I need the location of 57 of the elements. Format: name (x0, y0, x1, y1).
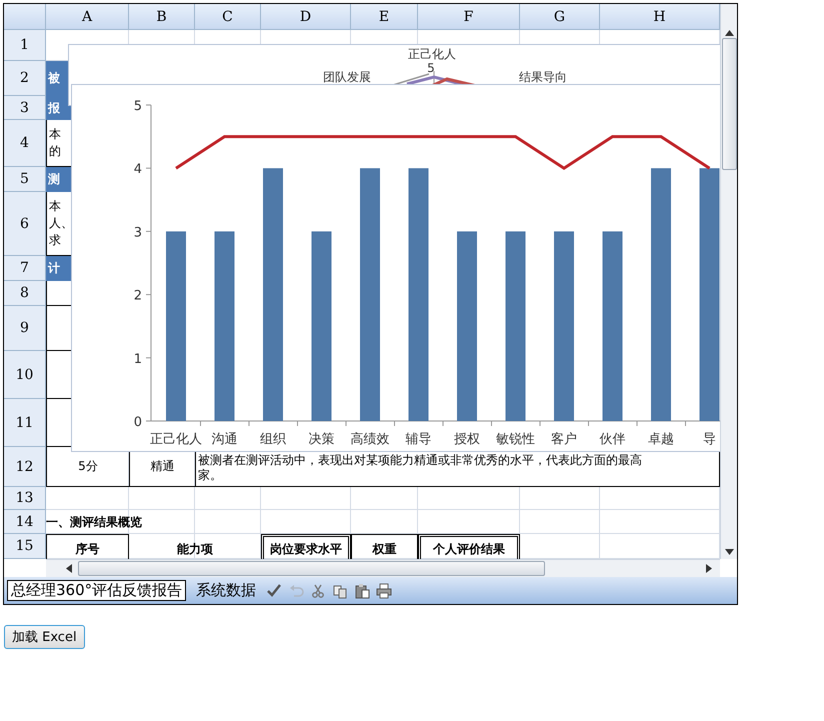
row-header: 9 (4, 306, 46, 351)
row-header: 5 (4, 167, 46, 192)
column-header: A (46, 4, 129, 30)
column-header: D (261, 4, 351, 30)
axis-tick-label: 1 (134, 352, 142, 367)
description-text: 家。 (198, 468, 222, 482)
category-label: 伙伴 (600, 432, 626, 447)
load-excel-button[interactable]: 加载 Excel (4, 625, 85, 649)
row-header: 4 (4, 120, 46, 167)
axis-tick-label: 0 (134, 415, 142, 430)
axis-tick-label: 3 (134, 225, 142, 240)
category-label: 组织 (260, 432, 286, 447)
axis-tick-label: 5 (134, 99, 142, 114)
row-header: 11 (4, 399, 46, 447)
category-label: 卓越 (648, 432, 674, 447)
radar-label: 团队发展 (323, 70, 371, 84)
axis-tick-label: 5 (427, 61, 435, 75)
section-title: 一、测评结果概览 (46, 514, 143, 530)
row-header: 15 (4, 534, 46, 559)
category-label: 沟通 (212, 432, 238, 447)
radar-label: 结果导向 (519, 70, 567, 84)
row-header: 7 (4, 256, 46, 281)
column-header: F (418, 4, 520, 30)
row-header: 12 (4, 447, 46, 487)
column-header: H (600, 4, 720, 30)
row-header: 3 (4, 96, 46, 120)
axis-tick-label: 2 (134, 288, 142, 304)
row-header: 2 (4, 61, 46, 96)
radar-label: 正己化人 (408, 47, 456, 61)
category-label: 授权 (454, 432, 480, 447)
axis-tick-label: 4 (134, 162, 142, 178)
sheet-tab[interactable]: 系统数据 (192, 580, 260, 601)
category-label: 敏锐性 (496, 432, 535, 447)
row-header: 13 (4, 487, 46, 510)
column-header: C (195, 4, 261, 30)
row-header: 14 (4, 510, 46, 534)
category-label: 客户 (551, 432, 577, 447)
note-text: 本 (49, 198, 61, 215)
note-text: 本 (49, 126, 61, 143)
note-text: 人、 (49, 215, 73, 232)
sheet-tab[interactable]: 总经理360°评估反馈报告 (7, 580, 186, 601)
column-header: G (520, 4, 600, 30)
note-text: 的 (49, 143, 61, 160)
row-header: 6 (4, 192, 46, 256)
category-label: 正己化人 (150, 432, 202, 447)
category-label: 高绩效 (350, 432, 390, 447)
column-heading: 能力项 (176, 541, 214, 558)
row-header: 1 (4, 30, 46, 61)
row-header: 10 (4, 351, 46, 399)
category-label: 导 (703, 432, 716, 447)
description-text: 被测者在测评活动中，表现出对某项能力精通或非常优秀的水平，代表此方面的最高 (198, 452, 642, 468)
column-header: E (351, 4, 418, 30)
row-header: 8 (4, 281, 46, 306)
category-label: 决策 (308, 432, 334, 447)
column-header: B (129, 4, 195, 30)
note-text: 求 (49, 232, 61, 249)
category-label: 辅导 (406, 432, 432, 447)
